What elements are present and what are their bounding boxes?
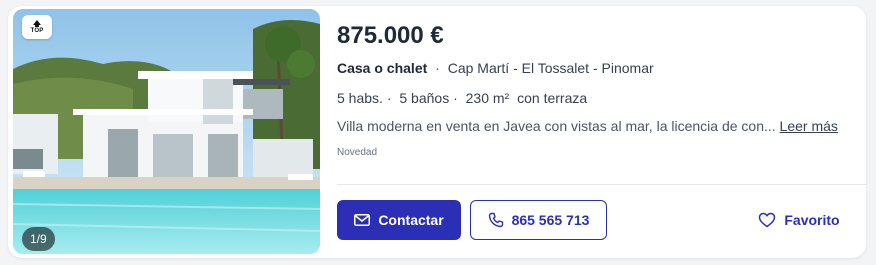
listing-description: Villa moderna en venta en Javea con vist… (337, 118, 838, 134)
listing-photo[interactable]: TOP 1/9 (13, 9, 320, 254)
phone-button-label: 865 565 713 (511, 212, 590, 228)
divider (337, 184, 866, 185)
villa-photo-image (13, 9, 320, 254)
listing-info: 875.000 € Casa o chalet · Cap Martí - El… (337, 6, 866, 186)
photo-counter: 1/9 (22, 227, 55, 251)
top-badge: TOP (22, 15, 52, 39)
listing-title[interactable]: Casa o chalet · Cap Martí - El Tossalet … (337, 60, 654, 76)
contact-button[interactable]: Contactar (337, 200, 461, 240)
property-type[interactable]: Casa o chalet (337, 60, 427, 76)
feature-terrace: con terraza (517, 90, 588, 106)
phone-button[interactable]: 865 565 713 (470, 200, 607, 240)
listing-card[interactable]: TOP 1/9 875.000 € Casa o chalet · Cap Ma… (8, 6, 866, 258)
feature-rooms: 5 habs. · (337, 90, 392, 106)
contact-button-label: Contactar (378, 212, 444, 228)
read-more-link[interactable]: Leer más (780, 118, 838, 134)
favorite-button-label: Favorito (784, 212, 840, 228)
property-location[interactable]: Cap Martí - El Tossalet - Pinomar (448, 60, 654, 76)
feature-bathrooms: 5 baños · (399, 90, 458, 106)
description-text: Villa moderna en venta en Javea con vist… (337, 118, 776, 134)
listing-price: 875.000 € (337, 22, 444, 49)
favorite-button[interactable]: Favorito (744, 200, 854, 240)
heart-icon (759, 212, 776, 228)
novedad-tag: Novedad (337, 147, 378, 158)
top-badge-label: TOP (30, 28, 44, 34)
feature-area: 230 m² (465, 90, 510, 106)
phone-icon (488, 212, 503, 228)
title-separator: · (435, 60, 440, 76)
mail-icon (354, 214, 371, 226)
property-features: 5 habs. · 5 baños · 230 m² con terraza (337, 90, 591, 106)
